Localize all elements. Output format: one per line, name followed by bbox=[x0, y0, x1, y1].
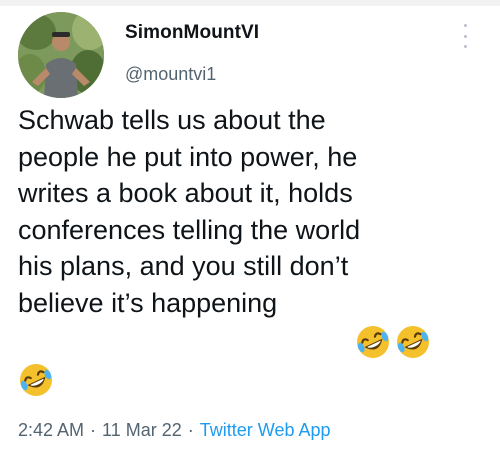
display-name[interactable]: SimonMountVI bbox=[125, 22, 259, 44]
separator: · bbox=[187, 420, 194, 440]
separator: · bbox=[90, 420, 97, 440]
avatar[interactable] bbox=[18, 12, 104, 98]
tweet-date[interactable]: 11 Mar 22 bbox=[102, 420, 182, 440]
tweet-line: conferences telling the world bbox=[18, 214, 361, 245]
emoji-group bbox=[18, 362, 54, 398]
rolling-on-floor-laughing-icon bbox=[20, 364, 52, 396]
rolling-on-floor-laughing-icon bbox=[397, 326, 429, 358]
tweet-metadata: 2:42 AM · 11 Mar 22 · Twitter Web App bbox=[18, 420, 331, 441]
tweet-line: believe it’s happening bbox=[18, 287, 278, 318]
tweet-card: SimonMountVI @mountvi1 Schwab tells us a… bbox=[0, 6, 500, 464]
user-handle[interactable]: @mountvi1 bbox=[125, 64, 216, 85]
tweet-line: writes a book about it, holds bbox=[18, 178, 353, 208]
tweet-time[interactable]: 2:42 AM bbox=[18, 420, 84, 440]
tweet-text: Schwab tells us about the people he put … bbox=[18, 102, 488, 321]
tweet-line: Schwab tells us about the bbox=[18, 105, 326, 135]
tweet-line: his plans, and you still don’t bbox=[18, 251, 349, 281]
source-app-link[interactable]: Twitter Web App bbox=[200, 420, 331, 440]
rolling-on-floor-laughing-icon bbox=[357, 326, 389, 358]
tweet-line: people he put into power, he bbox=[18, 141, 358, 172]
emoji-group bbox=[355, 324, 431, 360]
more-options-icon[interactable] bbox=[458, 24, 472, 48]
